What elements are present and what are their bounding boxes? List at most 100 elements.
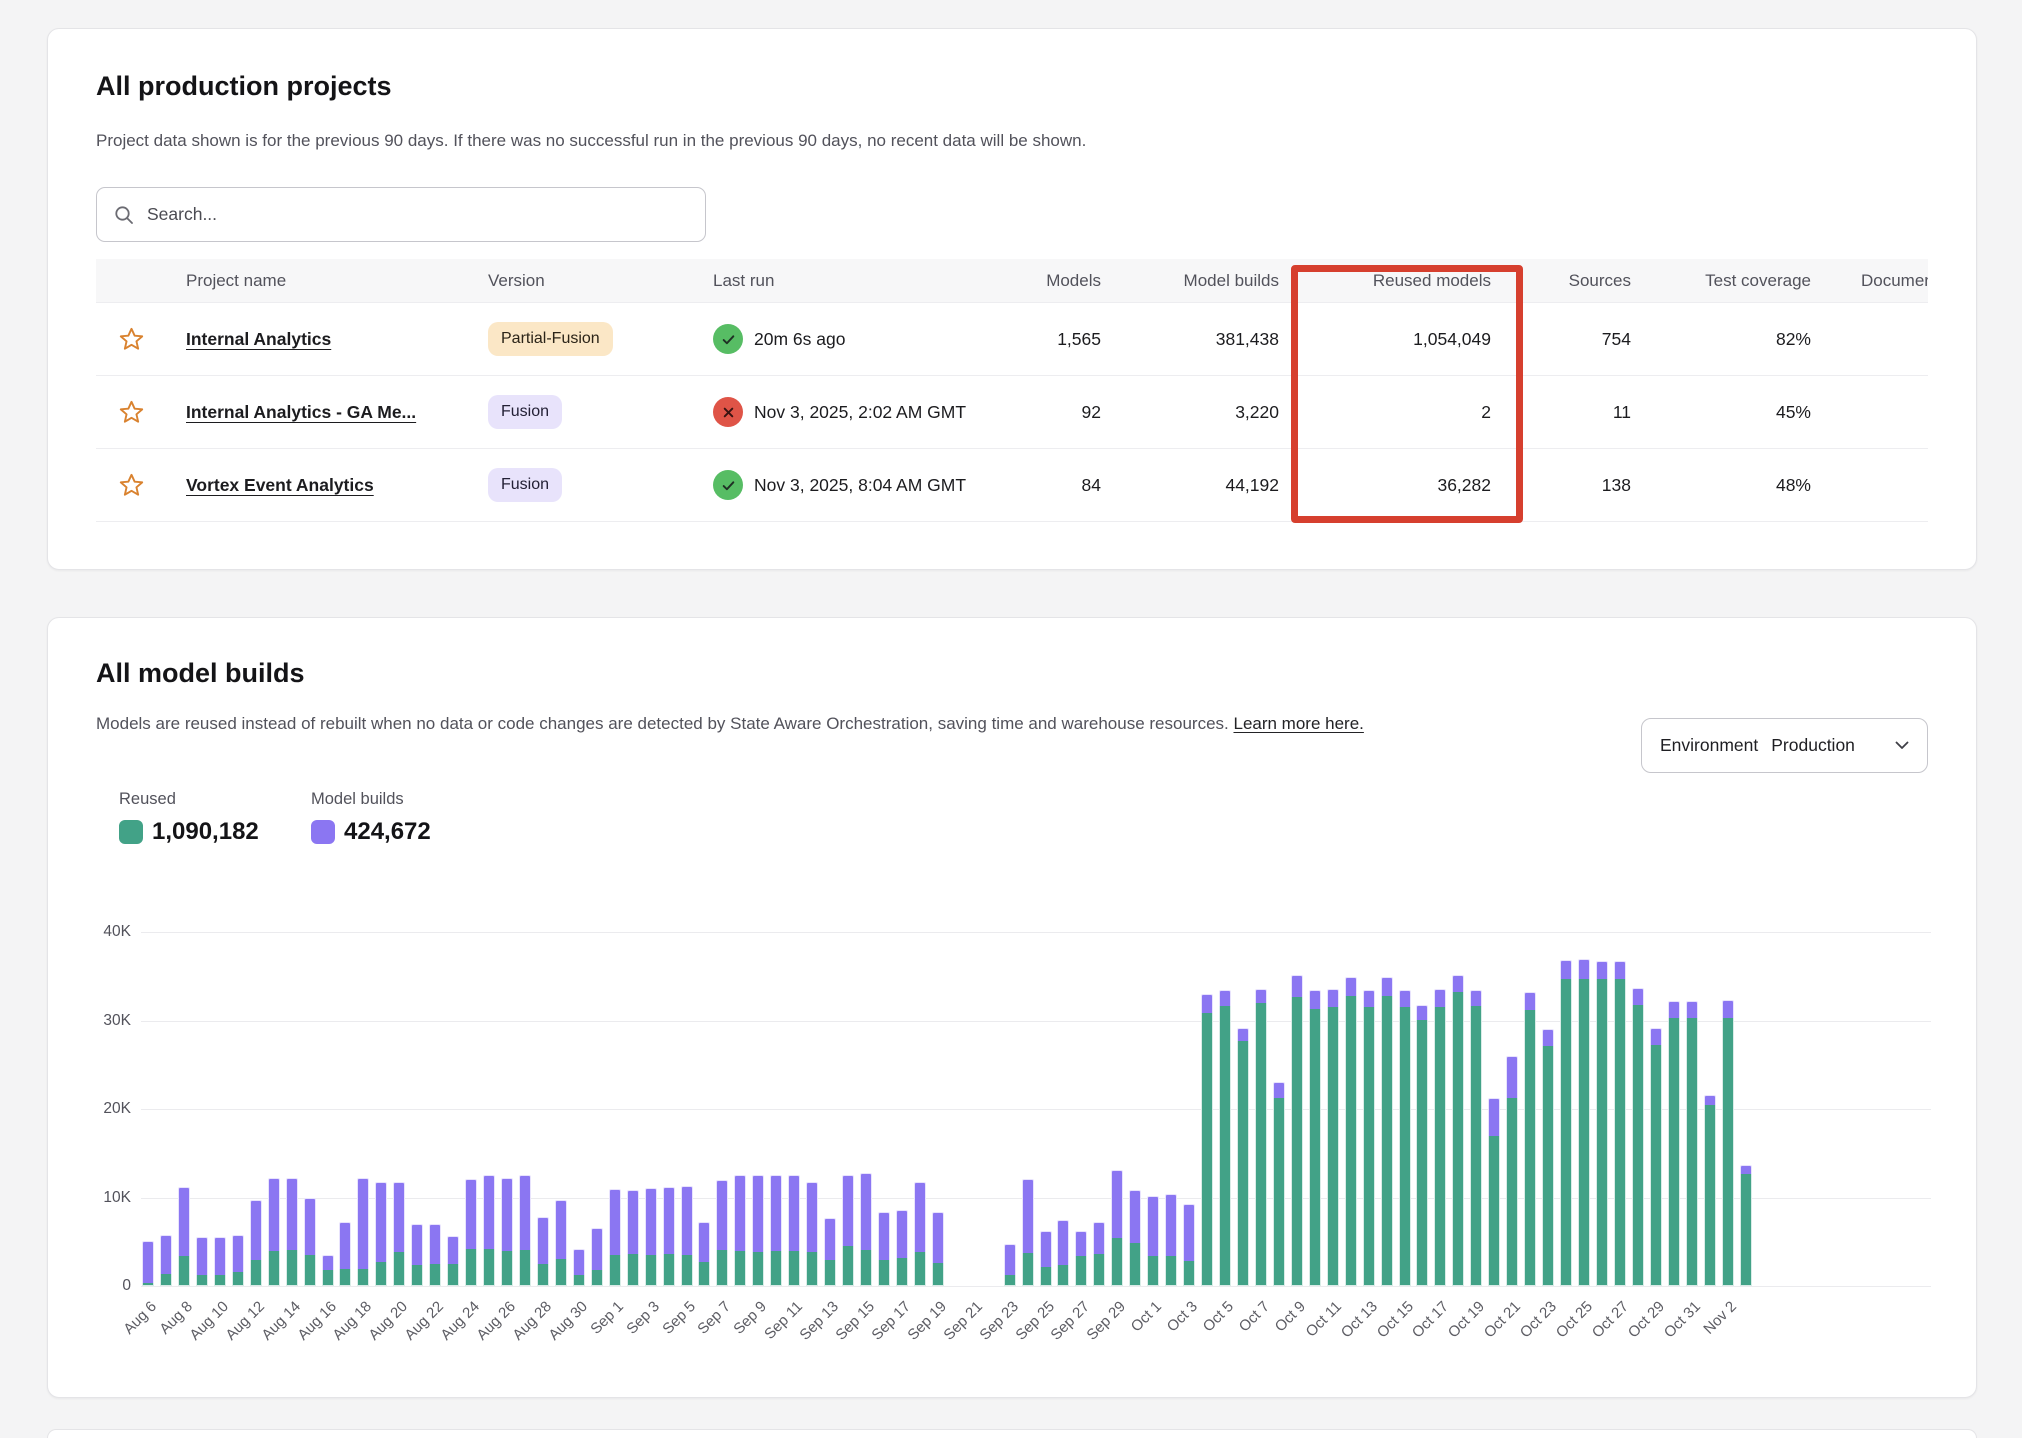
bar-oct-22 bbox=[1524, 992, 1536, 1286]
bar-aug-6 bbox=[142, 1241, 154, 1286]
model-builds-segment bbox=[663, 1187, 675, 1254]
reused-segment bbox=[322, 1270, 334, 1286]
model-builds-segment bbox=[878, 1212, 890, 1261]
bar-sep-1 bbox=[609, 1189, 621, 1286]
reused-segment bbox=[1632, 1005, 1644, 1286]
model-builds-value: 3,220 bbox=[1123, 402, 1301, 423]
version-badge: Fusion bbox=[488, 468, 562, 502]
model-builds-segment bbox=[716, 1180, 728, 1250]
run-success-icon bbox=[713, 324, 743, 354]
gridline bbox=[141, 1286, 1931, 1287]
model-builds-segment bbox=[609, 1189, 621, 1255]
bar-aug-17 bbox=[339, 1222, 351, 1286]
environment-select[interactable]: Environment Production bbox=[1641, 718, 1928, 773]
reused-segment bbox=[1147, 1256, 1159, 1286]
production-projects-card: All production projects Project data sho… bbox=[47, 28, 1977, 570]
last-run-value: 20m 6s ago bbox=[754, 329, 845, 350]
table-row[interactable]: Vortex Event Analytics Fusion Nov 3, 202… bbox=[96, 449, 1928, 522]
projects-card-title: All production projects bbox=[96, 71, 392, 102]
model-builds-segment bbox=[429, 1224, 441, 1264]
model-builds-segment bbox=[537, 1217, 549, 1264]
reused-segment bbox=[1255, 1003, 1267, 1286]
model-builds-segment bbox=[788, 1175, 800, 1251]
reused-segment bbox=[914, 1252, 926, 1286]
reused-segment bbox=[250, 1260, 262, 1286]
reused-segment bbox=[896, 1258, 908, 1286]
bar-sep-8 bbox=[734, 1175, 746, 1287]
favorite-star-icon[interactable] bbox=[118, 399, 145, 426]
model-builds-segment bbox=[1686, 1001, 1698, 1018]
gridline bbox=[141, 932, 1931, 933]
bar-nov-3 bbox=[1740, 1165, 1752, 1286]
model-builds-segment bbox=[1452, 975, 1464, 993]
reused-segment bbox=[214, 1275, 226, 1286]
gridline bbox=[141, 1021, 1931, 1022]
reused-segment bbox=[160, 1274, 172, 1286]
project-link[interactable]: Internal Analytics - GA Me... bbox=[186, 402, 416, 422]
favorite-star-icon[interactable] bbox=[118, 326, 145, 353]
bar-aug-23 bbox=[447, 1236, 459, 1286]
model-builds-swatch bbox=[311, 820, 335, 844]
model-builds-segment bbox=[411, 1224, 423, 1265]
reused-segment bbox=[1111, 1238, 1123, 1286]
y-axis-tick: 10K bbox=[81, 1189, 131, 1207]
project-link[interactable]: Internal Analytics bbox=[186, 329, 331, 349]
builds-card-title: All model builds bbox=[96, 658, 305, 689]
bar-aug-16 bbox=[322, 1255, 334, 1286]
next-card-top-edge bbox=[47, 1429, 1977, 1438]
reused-models-value: 36,282 bbox=[1301, 475, 1513, 496]
reused-segment bbox=[519, 1250, 531, 1286]
reused-segment bbox=[357, 1269, 369, 1286]
reused-segment bbox=[878, 1260, 890, 1286]
reused-segment bbox=[1668, 1018, 1680, 1286]
projects-card-subtitle: Project data shown is for the previous 9… bbox=[96, 131, 1086, 151]
model-builds-segment bbox=[824, 1218, 836, 1260]
reused-segment bbox=[1416, 1020, 1428, 1286]
y-axis-tick: 40K bbox=[81, 923, 131, 941]
y-axis-tick: 20K bbox=[81, 1100, 131, 1118]
column-header-reused-models: Reused models bbox=[1301, 271, 1513, 291]
bar-oct-26 bbox=[1596, 961, 1608, 1286]
bar-nov-2 bbox=[1722, 1000, 1734, 1286]
model-builds-segment bbox=[1650, 1028, 1662, 1045]
project-link[interactable]: Vortex Event Analytics bbox=[186, 475, 374, 495]
bar-aug-12 bbox=[250, 1200, 262, 1286]
bar-oct-14 bbox=[1381, 977, 1393, 1286]
reused-segment bbox=[393, 1252, 405, 1287]
legend-reused-value: 1,090,182 bbox=[152, 818, 259, 846]
bar-sep-23 bbox=[1004, 1244, 1016, 1286]
search-input[interactable] bbox=[147, 204, 689, 225]
model-builds-segment bbox=[896, 1210, 908, 1258]
last-run-value: Nov 3, 2025, 2:02 AM GMT bbox=[754, 402, 966, 423]
model-builds-segment bbox=[1614, 961, 1626, 979]
model-builds-segment bbox=[1022, 1179, 1034, 1253]
bar-sep-18 bbox=[914, 1182, 926, 1286]
bar-aug-21 bbox=[411, 1224, 423, 1286]
model-builds-card: All model builds Models are reused inste… bbox=[47, 617, 1977, 1398]
model-builds-segment bbox=[1524, 992, 1536, 1010]
bar-oct-13 bbox=[1363, 990, 1375, 1286]
bar-sep-7 bbox=[716, 1180, 728, 1286]
table-row[interactable]: Internal Analytics - GA Me... Fusion Nov… bbox=[96, 376, 1928, 449]
models-value: 92 bbox=[973, 402, 1123, 423]
table-row[interactable]: Internal Analytics Partial-Fusion 20m 6s… bbox=[96, 303, 1928, 376]
model-builds-segment bbox=[1704, 1095, 1716, 1106]
favorite-star-icon[interactable] bbox=[118, 472, 145, 499]
reused-segment bbox=[1596, 979, 1608, 1286]
learn-more-link[interactable]: Learn more here. bbox=[1233, 714, 1363, 733]
bar-aug-25 bbox=[483, 1175, 495, 1286]
reused-segment bbox=[860, 1250, 872, 1286]
reused-segment bbox=[178, 1256, 190, 1286]
bar-oct-1 bbox=[1147, 1196, 1159, 1286]
bar-oct-29 bbox=[1650, 1028, 1662, 1286]
model-builds-segment bbox=[1291, 975, 1303, 996]
bar-sep-4 bbox=[663, 1187, 675, 1286]
model-builds-segment bbox=[1075, 1231, 1087, 1256]
bar-oct-15 bbox=[1399, 990, 1411, 1286]
bar-oct-18 bbox=[1452, 975, 1464, 1287]
bar-sep-5 bbox=[681, 1186, 693, 1286]
reused-segment bbox=[824, 1260, 836, 1286]
reused-segment bbox=[1219, 1006, 1231, 1286]
reused-segment bbox=[1165, 1256, 1177, 1286]
model-builds-segment bbox=[1255, 989, 1267, 1003]
